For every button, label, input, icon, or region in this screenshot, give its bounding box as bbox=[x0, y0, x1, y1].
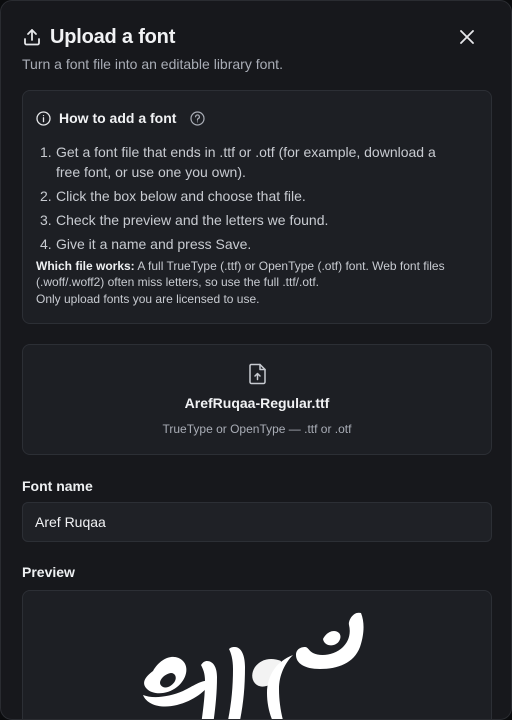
step-text: Click the box below and choose that file… bbox=[56, 188, 306, 204]
step-item: 4. Give it a name and press Save. bbox=[40, 234, 475, 254]
step-number: 2. bbox=[40, 188, 52, 204]
info-icon bbox=[36, 110, 51, 126]
file-requirements-note: Which file works: A full TrueType (.ttf)… bbox=[36, 258, 476, 290]
howto-steps: 1. Get a font file that ends in .ttf or .… bbox=[40, 142, 475, 254]
step-number: 4. bbox=[40, 236, 52, 252]
step-number: 3. bbox=[40, 212, 52, 228]
step-item: 1. Get a font file that ends in .ttf or .… bbox=[40, 142, 475, 182]
font-name-input[interactable] bbox=[22, 502, 492, 542]
font-name-label: Font name bbox=[22, 478, 93, 494]
close-icon bbox=[460, 30, 474, 44]
step-text: Get a font file that ends in .ttf or .ot… bbox=[56, 144, 436, 180]
step-item: 2. Click the box below and choose that fi… bbox=[40, 186, 475, 206]
file-type-hint: TrueType or OpenType — .ttf or .otf bbox=[162, 422, 352, 436]
howto-panel: How to add a font 1. Get a font file that… bbox=[22, 90, 492, 324]
step-number: 1. bbox=[40, 144, 52, 160]
file-upload-icon bbox=[249, 363, 266, 385]
preview-calligraphy bbox=[143, 612, 364, 719]
selected-file-name: ArefRuqaa-Regular.ttf bbox=[184, 395, 330, 411]
dialog-subtitle: Turn a font file into an editable librar… bbox=[22, 56, 283, 72]
upload-font-dialog: Upload a font Turn a font file into an e… bbox=[0, 0, 512, 720]
dialog-header: Upload a font bbox=[22, 23, 495, 51]
step-item: 3. Check the preview and the letters we f… bbox=[40, 210, 475, 230]
note-label: Which file works: bbox=[36, 259, 135, 273]
step-text: Give it a name and press Save. bbox=[56, 236, 252, 252]
dialog-title: Upload a font bbox=[50, 25, 176, 48]
close-button[interactable] bbox=[453, 23, 481, 51]
upload-icon bbox=[22, 27, 42, 47]
license-note: Only upload fonts you are licensed to us… bbox=[36, 292, 260, 306]
howto-title: How to add a font bbox=[59, 110, 177, 126]
help-icon[interactable] bbox=[190, 110, 206, 126]
file-dropzone[interactable]: ArefRuqaa-Regular.ttf TrueType or OpenTy… bbox=[22, 344, 492, 455]
preview-label: Preview bbox=[22, 564, 75, 580]
font-preview bbox=[22, 590, 492, 719]
howto-header: How to add a font bbox=[36, 109, 475, 127]
step-text: Check the preview and the letters we fou… bbox=[56, 212, 329, 228]
